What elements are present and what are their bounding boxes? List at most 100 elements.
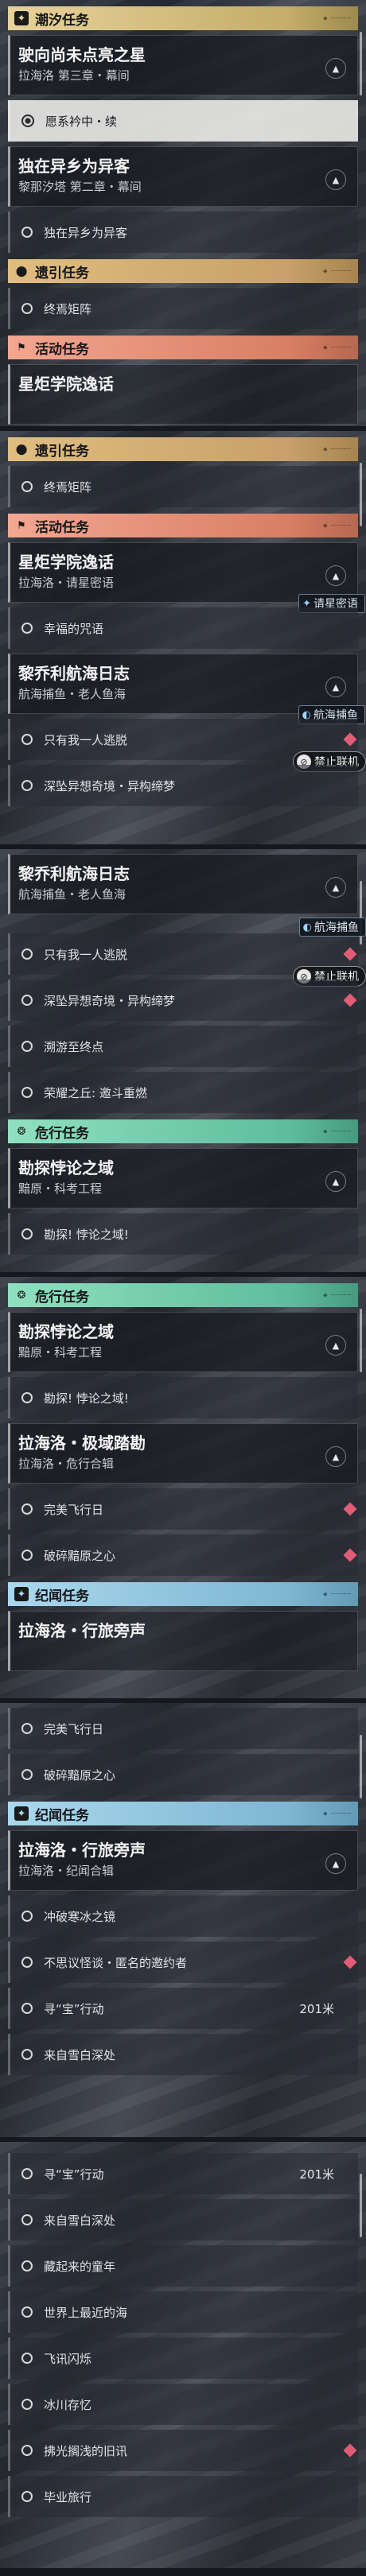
category-label: 遗引任务 bbox=[35, 265, 89, 281]
radio-icon bbox=[21, 481, 33, 492]
task-item[interactable]: 寻“宝”行动 201米 bbox=[8, 2153, 358, 2194]
collapse-icon[interactable]: ▲ bbox=[325, 1171, 346, 1192]
quest-subtitle: 拉海洛・纪闻合辑 bbox=[18, 1864, 115, 1878]
task-item[interactable]: 藏起来的童年 bbox=[8, 2245, 358, 2287]
marker-diamond-icon bbox=[343, 1955, 357, 1969]
task-label: 寻“宝”行动 bbox=[44, 2001, 104, 2016]
tag-label: 航海捕鱼 bbox=[314, 921, 359, 934]
quest-card[interactable]: 勘探悖论之域 黯原・科考工程 ▲ bbox=[8, 1312, 358, 1372]
category-guide-header[interactable]: ⬤ 遗引任务 ◆ ───── bbox=[8, 437, 358, 461]
quest-card[interactable]: 拉海洛・行旅旁声 拉海洛・纪闻合辑 ▲ bbox=[8, 1830, 358, 1891]
flag-icon: ⚑ bbox=[17, 341, 26, 354]
task-item[interactable]: 终焉矩阵 bbox=[8, 288, 358, 329]
collapse-icon[interactable]: ▲ bbox=[325, 1446, 346, 1467]
task-item[interactable]: 破碎黯原之心 bbox=[8, 1754, 358, 1795]
task-item[interactable]: 飞讯闪烁 bbox=[8, 2337, 358, 2379]
task-item[interactable]: 深坠异想奇境・异构缔梦 bbox=[8, 980, 358, 1021]
task-label: 破碎黯原之心 bbox=[44, 1767, 116, 1783]
scrollbar[interactable] bbox=[360, 32, 362, 95]
category-event-header[interactable]: ⚑ 活动任务 ◆ ───── bbox=[8, 336, 358, 359]
category-journey-header[interactable]: ✦ 纪闻任务 ◆ ───── bbox=[8, 1802, 358, 1825]
task-item[interactable]: 溯游至终点 bbox=[8, 1026, 358, 1067]
task-item[interactable]: 来自雪白深处 bbox=[8, 2034, 358, 2075]
category-label: 活动任务 bbox=[35, 519, 89, 536]
quest-card[interactable]: 独在异乡为异客 黎那汐塔 第二章・幕间 ▲ bbox=[8, 146, 358, 207]
task-label: 飞讯闪烁 bbox=[44, 2351, 92, 2366]
category-label: 危行任务 bbox=[35, 1289, 89, 1305]
radio-icon bbox=[21, 2260, 33, 2271]
collapse-icon[interactable]: ▲ bbox=[325, 1335, 346, 1356]
task-item[interactable]: 完美飞行日 bbox=[8, 1708, 358, 1749]
scrollbar[interactable] bbox=[360, 2174, 362, 2237]
task-item[interactable]: 勘探! 悖论之域! bbox=[8, 1377, 358, 1418]
category-journey-header[interactable]: ✦ 纪闻任务 ◆ ───── bbox=[8, 1582, 358, 1606]
quest-card[interactable]: 黎乔利航海日志 航海捕鱼・老人鱼海 ▲ bbox=[8, 854, 358, 914]
scrollbar[interactable] bbox=[360, 463, 362, 526]
collapse-icon[interactable]: ▲ bbox=[325, 169, 346, 190]
task-item[interactable]: 深坠异想奇境・异构缔梦 bbox=[8, 765, 358, 806]
task-item[interactable]: 寻“宝”行动 201米 bbox=[8, 1988, 358, 2029]
task-label: 深坠异想奇境・异构缔梦 bbox=[44, 993, 176, 1008]
task-item[interactable]: 只有我一人逃脱 ◐ 航海捕鱼 ⊘ 禁止联机 bbox=[8, 918, 366, 987]
collapse-icon[interactable]: ▲ bbox=[325, 677, 346, 697]
task-item[interactable]: 幸福的咒语 bbox=[8, 607, 358, 649]
collapse-icon[interactable]: ▲ bbox=[325, 877, 346, 898]
scrollbar[interactable] bbox=[360, 1309, 362, 1372]
task-item[interactable]: 破碎黯原之心 bbox=[8, 1534, 358, 1576]
collapse-icon[interactable]: ▲ bbox=[325, 1853, 346, 1874]
task-item[interactable]: 不思议怪谈・匿名的邀约者 bbox=[8, 1942, 358, 1983]
quest-subtitle: 黎那汐塔 第二章・幕间 bbox=[18, 180, 142, 194]
category-danger-header[interactable]: ❂ 危行任务 ◆ ───── bbox=[8, 1283, 358, 1307]
category-label: 纪闻任务 bbox=[35, 1807, 89, 1824]
task-item[interactable]: 勘探! 悖论之域! bbox=[8, 1213, 358, 1255]
radio-icon bbox=[21, 1503, 33, 1515]
task-item[interactable]: 独在异乡为异客 bbox=[8, 211, 358, 253]
quest-title: 勘探悖论之域 bbox=[18, 1322, 114, 1341]
map-pin-icon: ⬤ bbox=[15, 265, 28, 277]
task-item[interactable]: 只有我一人逃脱 ⊘ 禁止联机 bbox=[8, 719, 366, 772]
category-danger-header[interactable]: ❂ 危行任务 ◆ ───── bbox=[8, 1119, 358, 1143]
task-label: 完美飞行日 bbox=[44, 1721, 104, 1736]
task-item[interactable]: 世界上最近的海 bbox=[8, 2291, 358, 2333]
decorative-text: ◆ ───── bbox=[323, 1810, 352, 1817]
task-label: 终焉矩阵 bbox=[44, 301, 92, 316]
task-label: 幸福的咒语 bbox=[44, 621, 104, 636]
quest-card[interactable]: 星炬学院逸话 拉海洛・请星密语 ▲ ✦ 请星密语 bbox=[8, 542, 365, 613]
radio-icon bbox=[21, 2214, 33, 2225]
radio-icon bbox=[21, 1769, 33, 1780]
task-item[interactable]: 冰川存忆 bbox=[8, 2384, 358, 2425]
radio-icon bbox=[21, 1041, 33, 1052]
task-label: 完美飞行日 bbox=[44, 1502, 104, 1517]
radio-icon bbox=[21, 2399, 33, 2410]
collapse-icon[interactable]: ▲ bbox=[325, 565, 346, 586]
marker-diamond-icon bbox=[343, 732, 357, 747]
task-item[interactable]: 来自雪白深处 bbox=[8, 2199, 358, 2240]
quest-card[interactable]: 驶向尚未点亮之星 拉海洛 第三章・幕间 ▲ bbox=[8, 35, 358, 95]
collapse-icon[interactable]: ▲ bbox=[325, 58, 346, 79]
quest-card[interactable]: 星炬学院逸话 bbox=[8, 364, 358, 425]
task-item[interactable]: 冲破寒冰之镜 bbox=[8, 1895, 358, 1937]
quest-subtitle: 航海捕鱼・老人鱼海 bbox=[18, 687, 127, 701]
task-item[interactable]: 完美飞行日 bbox=[8, 1488, 358, 1530]
quest-title: 黎乔利航海日志 bbox=[18, 864, 130, 883]
task-item-tracked[interactable]: 愿系衿中・续 bbox=[8, 100, 358, 142]
task-label: 深坠异想奇境・异构缔梦 bbox=[44, 778, 176, 793]
quest-subtitle: 黯原・科考工程 bbox=[18, 1345, 103, 1360]
quest-card[interactable]: 拉海洛・行旅旁声 bbox=[8, 1611, 358, 1671]
task-item[interactable]: 荣耀之丘: 邀斗重燃 bbox=[8, 1072, 358, 1113]
radio-icon bbox=[21, 780, 33, 791]
task-label: 独在异乡为异客 bbox=[44, 225, 128, 240]
quest-card[interactable]: 拉海洛・极域踏勘 拉海洛・危行合辑 ▲ bbox=[8, 1423, 358, 1484]
task-label: 不思议怪谈・匿名的邀约者 bbox=[44, 1955, 188, 1970]
scrollbar[interactable] bbox=[360, 1735, 362, 1798]
category-tidal-header[interactable]: ✦ 潮汐任务 ◆ ───── bbox=[8, 6, 358, 30]
quest-card[interactable]: 黎乔利航海日志 航海捕鱼・老人鱼海 ▲ ◐ 航海捕鱼 bbox=[8, 654, 365, 724]
category-event-header[interactable]: ⚑ 活动任务 ◆ ───── bbox=[8, 514, 358, 537]
task-item[interactable]: 毕业旅行 bbox=[8, 2476, 358, 2517]
category-guide-header[interactable]: ⬤ 遗引任务 ◆ ───── bbox=[8, 259, 358, 283]
quest-card[interactable]: 勘探悖论之域 黯原・科考工程 ▲ bbox=[8, 1148, 358, 1208]
task-item[interactable]: 拂光搁浅的旧讯 bbox=[8, 2430, 358, 2471]
task-item[interactable]: 终焉矩阵 bbox=[8, 466, 358, 507]
radio-icon bbox=[21, 1550, 33, 1561]
task-label: 愿系衿中・续 bbox=[45, 114, 118, 129]
